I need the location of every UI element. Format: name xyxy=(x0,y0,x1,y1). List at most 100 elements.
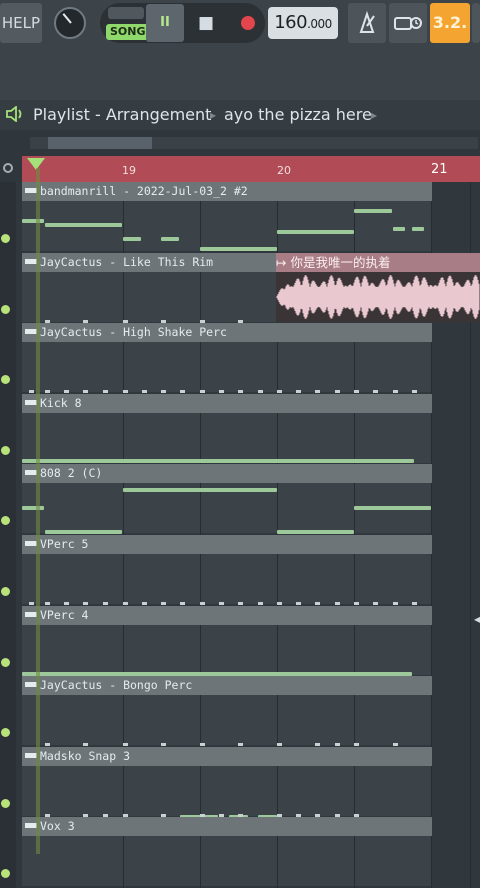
playlist-track[interactable]: Kick 8 xyxy=(0,394,480,465)
playlist-track[interactable]: Madsko Snap 3 xyxy=(0,747,480,819)
audio-trigger-marker xyxy=(335,602,340,605)
audio-waveform[interactable] xyxy=(276,272,480,322)
audio-trigger-marker xyxy=(393,390,398,393)
track-mute-led[interactable] xyxy=(1,869,10,878)
playlist-track[interactable]: Vox 3 xyxy=(0,817,480,888)
track-mute-led[interactable] xyxy=(1,728,10,737)
clip-header[interactable]: Vox 3 xyxy=(22,817,432,836)
pattern-note xyxy=(277,230,354,234)
clip-body[interactable] xyxy=(22,836,432,886)
playlist-track[interactable]: JayCactus - Bongo Perc xyxy=(0,672,480,747)
playlist-track[interactable]: VPerc 5 xyxy=(0,535,480,606)
audio-trigger-marker xyxy=(103,390,108,393)
audio-trigger-marker xyxy=(200,602,205,605)
clip-body[interactable] xyxy=(22,625,432,675)
audio-trigger-marker xyxy=(123,743,128,746)
track-handle[interactable] xyxy=(0,394,16,465)
audio-trigger-marker xyxy=(238,390,243,393)
version-button[interactable]: 3.2. xyxy=(430,3,470,43)
pattern-note xyxy=(354,209,392,213)
horizontal-scrollbar[interactable] xyxy=(0,130,480,156)
clip-body[interactable] xyxy=(22,554,432,604)
pattern-note xyxy=(123,237,141,241)
speaker-icon[interactable] xyxy=(6,105,24,126)
track-mute-led[interactable] xyxy=(1,516,10,525)
clip-header[interactable]: Madsko Snap 3 xyxy=(22,747,432,766)
clip-body[interactable] xyxy=(22,413,432,463)
track-handle[interactable] xyxy=(0,606,16,677)
loop-record-icon[interactable] xyxy=(389,3,427,43)
toolbar-row-1: HELP SONG II ■ 160.000 3.2. xyxy=(0,0,480,50)
pattern-note xyxy=(22,672,412,676)
clip-name: 808 2 (C) xyxy=(40,466,103,480)
clip-header[interactable]: VPerc 4 xyxy=(22,606,432,625)
audio-trigger-marker xyxy=(200,390,205,393)
audio-clip-header[interactable]: ↦ 你是我唯一的执着 xyxy=(276,253,480,272)
scroll-thumb[interactable] xyxy=(48,137,152,149)
audio-trigger-marker xyxy=(219,602,224,605)
playlist-track[interactable]: VPerc 4 xyxy=(0,606,480,677)
pattern-note xyxy=(200,247,277,251)
audio-trigger-marker xyxy=(393,743,398,746)
audio-trigger-marker xyxy=(315,743,320,746)
metronome-icon[interactable] xyxy=(348,3,386,43)
clip-header[interactable]: JayCactus - High Shake Perc xyxy=(22,323,432,342)
track-handle[interactable] xyxy=(0,747,16,818)
track-handle[interactable] xyxy=(0,464,16,535)
tempo-display[interactable]: 160.000 xyxy=(268,7,338,39)
clip-header[interactable]: bandmanrill - 2022-Jul-03_2 #2 xyxy=(22,182,432,201)
song-name[interactable]: ayo the pizza here xyxy=(224,105,372,124)
pattern-note xyxy=(354,506,431,510)
toolbar-edge-button[interactable] xyxy=(472,3,480,43)
clip-header[interactable]: VPerc 5 xyxy=(22,535,432,554)
track-handle[interactable] xyxy=(0,535,16,606)
knob-icon[interactable] xyxy=(54,7,86,39)
audio-trigger-marker xyxy=(296,390,301,393)
playlist-track[interactable]: JayCactus - Like This Rim ↦ 你是我唯一的执着 xyxy=(0,253,480,324)
track-mute-led[interactable] xyxy=(1,375,10,384)
bar-marker: 19 xyxy=(122,164,136,177)
playlist-track[interactable]: bandmanrill - 2022-Jul-03_2 #2 xyxy=(0,182,480,253)
resize-handle-icon[interactable]: ◂ xyxy=(474,612,480,626)
bar-marker: 20 xyxy=(277,164,291,177)
track-mute-led[interactable] xyxy=(1,799,10,808)
audio-trigger-marker xyxy=(142,390,147,393)
clip-body[interactable] xyxy=(22,766,432,816)
playlist-track[interactable]: JayCactus - High Shake Perc xyxy=(0,323,480,394)
track-mute-led[interactable] xyxy=(1,446,10,455)
clip-header[interactable]: Kick 8 xyxy=(22,394,432,413)
track-handle[interactable] xyxy=(0,323,16,394)
track-mute-led[interactable] xyxy=(1,658,10,667)
clip-name: Madsko Snap 3 xyxy=(40,749,131,763)
waveform-icon xyxy=(276,275,480,319)
track-handle[interactable] xyxy=(0,182,16,253)
track-mute-led[interactable] xyxy=(1,234,10,243)
track-mute-led[interactable] xyxy=(1,587,10,596)
pattern-note xyxy=(161,237,179,241)
pattern-note xyxy=(412,227,424,231)
clip-body[interactable] xyxy=(22,342,432,392)
pattern-note xyxy=(393,227,405,231)
timeline-ruler[interactable]: 19 20 21 xyxy=(22,156,480,182)
audio-trigger-marker xyxy=(315,390,320,393)
clip-header[interactable]: JayCactus - Bongo Perc xyxy=(22,676,432,695)
playlist-track[interactable]: 808 2 (C) xyxy=(0,464,480,535)
track-mute-led[interactable] xyxy=(1,305,10,314)
pattern-mode-toggle[interactable] xyxy=(108,7,144,19)
audio-trigger-marker xyxy=(45,390,50,393)
clip-header[interactable]: 808 2 (C) xyxy=(22,464,432,483)
timeline-snap-toggle[interactable] xyxy=(0,156,22,182)
track-handle[interactable] xyxy=(0,817,16,888)
song-mode-badge[interactable]: SONG xyxy=(106,24,150,40)
pause-button[interactable]: II xyxy=(146,4,184,42)
pattern-note xyxy=(277,530,354,534)
toolbar-row-2: c 4 ➜ xyxy=(0,50,480,144)
bar-grid-line xyxy=(470,464,471,535)
record-button[interactable] xyxy=(231,6,265,40)
track-handle[interactable] xyxy=(0,253,16,324)
help-button[interactable]: HELP xyxy=(0,3,42,43)
stop-button[interactable]: ■ xyxy=(189,4,223,42)
clip-body[interactable] xyxy=(22,695,432,745)
track-handle[interactable] xyxy=(0,676,16,747)
clip-name: JayCactus - Bongo Perc xyxy=(40,678,193,692)
